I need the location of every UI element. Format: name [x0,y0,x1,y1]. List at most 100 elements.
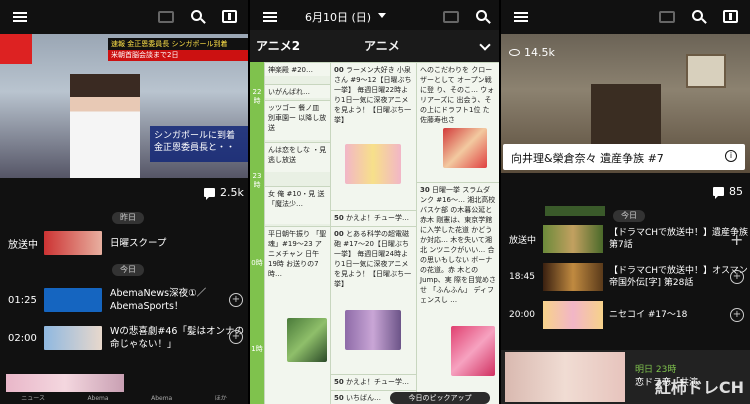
comment-count[interactable]: 2.5k [204,186,244,200]
program-time: 01:25 [8,294,37,306]
chevron-down-icon[interactable] [479,39,491,51]
reminder-icon[interactable]: + [229,293,243,307]
program-text: とある科学の超電磁砲 #17〜20【日曜ぶち一挙】 毎週日曜24時より1日一気に… [334,230,412,288]
program-title: 向井理&榮倉奈々 遺産争族 #7 [511,152,664,165]
news-ticker: 速報 金正恩委員長 シンガポール到着 [108,38,248,50]
program-minute: 50 [334,214,344,222]
program-row[interactable]: 20:00 ニセコイ #17〜18 [501,298,750,332]
program-title: ニセコイ #17〜18 [609,310,688,320]
program-artwork [287,318,327,362]
program-cell[interactable]: 00 ラーメン大好き 小泉さん #9〜12【日曜ぶち一挙】 毎週日曜22時より1… [331,62,416,210]
top-bar [501,0,750,34]
channel-header: アニメ2 アニメ [250,30,499,62]
scene-figures [591,84,661,144]
app-screenshots: 速報 金正恩委員長 シンガポール到着 米朝首脳会談まで2日 シンガポールに到着 … [0,0,750,404]
program-artwork [443,128,487,168]
nav-item[interactable]: ほか [215,393,227,402]
program-thumbnail [44,231,102,255]
date-selector[interactable]: 6月10日 (日) [305,9,371,25]
program-minute: 50 [334,378,344,386]
day-label: 今日 [112,264,144,276]
program-thumbnail [44,288,102,312]
program-row[interactable]: 放送中 【ドラマCHで放送中！】遺産争族 第7話 [501,222,750,256]
search-icon[interactable] [191,10,202,21]
program-thumbnail [545,206,605,216]
cast-icon[interactable] [443,11,459,23]
cast-icon[interactable] [158,11,174,23]
menu-icon[interactable] [12,9,28,25]
program-time: 18:45 [509,272,535,282]
program-minute: 00 [334,230,344,238]
program-artwork [451,326,495,376]
program-cell[interactable]: んは恋をしな ・見逃し放送 [265,142,330,172]
day-label: 今日 [613,210,645,222]
program-cell[interactable]: 女 俺 #10・見 送 「魔法少… [265,186,330,224]
program-cell[interactable]: 神楽殿 #20… [265,62,330,76]
phone-screen-drama: 14.5k 向井理&榮倉奈々 遺産争族 #7 i 85 今日 放送中 【ドラマC… [501,0,750,404]
program-thumbnail [543,263,603,291]
program-text: へのこだわりを クローザーとして オープン戦に登 り、そのこ… ウォリアーズに … [420,66,495,124]
program-title-box[interactable]: 向井理&榮倉奈々 遺産争族 #7 i [503,144,745,170]
cast-icon[interactable] [659,11,675,23]
menu-icon[interactable] [513,9,529,25]
program-cell[interactable]: 00 とある科学の超電磁砲 #17〜20【日曜ぶち一挙】 毎週日曜24時より1日… [331,226,416,374]
menu-icon[interactable] [262,9,278,25]
program-thumbnail [505,352,625,402]
banner-image[interactable] [6,374,124,392]
program-time: 20:00 [509,310,535,320]
program-minute: 30 [420,186,430,194]
nav-item[interactable]: Abema [151,395,172,402]
channel-logo-anime2[interactable]: アニメ2 [256,37,300,54]
program-artwork [345,144,401,184]
program-time: 放送中 [8,239,38,251]
nav-item[interactable]: ニュース [21,393,45,402]
pickup-button[interactable]: 今日のピックアップ [390,392,490,404]
channel-list-icon[interactable] [723,10,738,23]
search-icon[interactable] [692,10,703,21]
comment-count[interactable]: 85 [713,185,743,199]
chevron-down-icon[interactable] [378,13,386,18]
program-row[interactable]: 18:45 【ドラマCHで放送中！】オスマン帝国外伝[字] 第28話 [501,260,750,294]
channel-logo [0,34,32,64]
program-cell[interactable]: いがんばれ… [265,84,330,98]
hour-label: 1時 [251,345,263,353]
presenter [70,74,140,178]
program-time: 02:00 [8,332,37,344]
program-cell[interactable]: 50 かえよ！チュー学… [331,210,416,226]
reminder-icon[interactable]: + [229,330,243,344]
program-thumbnail [44,326,102,350]
view-count: 14.5k [509,46,555,59]
hour-label: 23時 [252,172,262,189]
channel-logo-anime[interactable]: アニメ [364,37,400,54]
bottom-nav: ニュース Abema Abema ほか [0,392,248,404]
watermark: 紅柿ドレCH [654,378,744,397]
add-icon[interactable]: + [730,230,743,249]
eye-icon [509,49,520,56]
reminder-icon[interactable]: + [730,270,744,284]
program-artwork [345,310,401,350]
channel-column: 神楽殿 #20… いがんばれ… ッツゴー 餐ノ皿 別車園ー 以降し放送 んは恋を… [264,62,330,404]
program-cell[interactable]: ッツゴー 餐ノ皿 別車園ー 以降し放送 [265,100,330,140]
reminder-icon[interactable]: + [730,308,744,322]
program-text: 日曜一挙 スラムダンク #16〜… 湘北高校バスケ部 の木暮公延と赤木 剛憲は、… [420,186,496,304]
channel-list-icon[interactable] [222,10,237,23]
program-cell[interactable]: 50 かえよ！チュー学… [331,374,416,390]
program-cell[interactable]: 平日朝午振り 「聖魂」#19〜23 アニメチャン 日午19時 お送りの7時… [265,226,330,404]
channel-column: へのこだわりを クローザーとして オープン戦に登 り、そのこ… ウォリアーズに … [416,62,499,404]
info-icon[interactable]: i [725,150,737,162]
phone-screen-timetable: 6月10日 (日) アニメ2 アニメ 22時 23時 0時 1時 神楽殿 #20… [250,0,499,404]
news-caption: シンガポールに到着 金正恩委員長と・・ [150,126,248,162]
timetable-grid: 22時 23時 0時 1時 神楽殿 #20… いがんばれ… ッツゴー 餐ノ皿 別… [250,62,499,404]
hour-column: 22時 23時 0時 1時 [250,62,264,404]
hour-label: 22時 [252,88,262,105]
program-row[interactable]: 01:25 AbemaNews深夜①／AbemaSports！ [0,284,248,316]
video-player[interactable]: 速報 金正恩委員長 シンガポール到着 米朝首脳会談まで2日 シンガポールに到着 … [0,34,248,178]
program-title: 【ドラマCHで放送中！】遺産争族 第7話 [609,228,749,250]
program-row[interactable]: 放送中 日曜スクープ [0,227,248,259]
program-time: 放送中 [509,235,537,246]
search-icon[interactable] [476,10,487,21]
program-text: かえよ！チュー学… [345,214,409,222]
nav-item[interactable]: Abema [87,395,108,402]
program-row[interactable]: 02:00 Wの悲喜劇#46「髪はオンナの命じゃない！」 [0,322,248,354]
top-bar [0,0,248,34]
